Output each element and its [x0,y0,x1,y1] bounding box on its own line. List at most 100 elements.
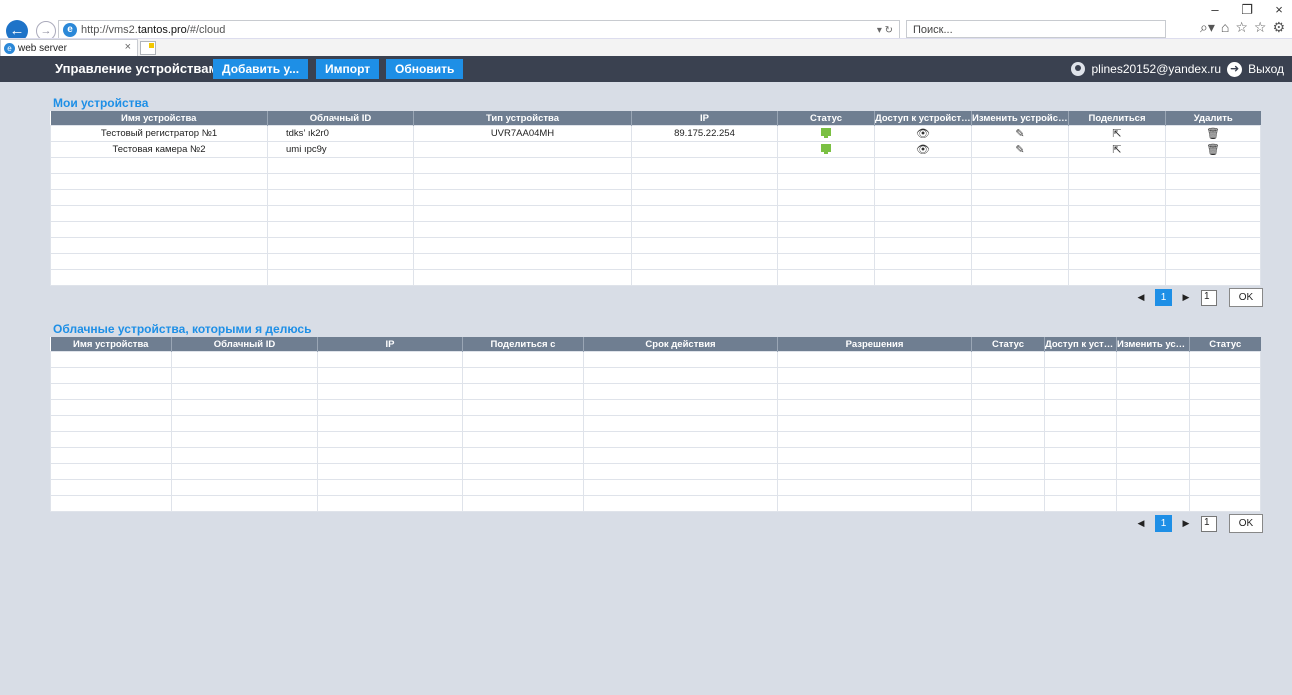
column-header: Изменить устройство [971,111,1069,126]
table-cell [971,415,1045,432]
table-cell [50,415,172,432]
table-cell [583,415,778,432]
table-cell [171,495,318,512]
cell-action [1068,269,1166,286]
table-cell [583,447,778,464]
eye-view-icon[interactable]: 👁 [916,128,930,140]
page-number-button[interactable]: 1 [1155,289,1172,306]
cell-action [777,237,875,254]
share-icon[interactable]: ⇱ [1112,128,1121,140]
add-device-button[interactable]: Добавить у... [213,59,309,79]
new-tab-button[interactable] [140,41,156,55]
cell-action [874,237,972,254]
cell-action [1165,253,1261,270]
home-icon[interactable]: ⌂ [1221,19,1229,36]
shared-devices-pager: ◀ 1 ▶ 1 OK [1132,514,1263,533]
table-cell [971,495,1045,512]
column-header: Срок действия [583,337,778,352]
cell-action [1068,253,1166,270]
page-input[interactable]: 1 [1201,289,1217,306]
edit-icon[interactable]: ✎ [1015,128,1024,140]
table-cell [1189,367,1261,384]
page-number-button[interactable]: 1 [1155,515,1172,532]
table-cell [1189,447,1261,464]
table-cell [1044,495,1117,512]
table-cell [971,479,1045,496]
cell-ip [631,269,778,286]
table-cell [777,447,972,464]
cell-name [50,189,268,206]
column-header: Статус [971,337,1045,352]
trash-delete-icon[interactable]: 🗑 [1206,144,1220,156]
favorites-list-icon[interactable]: ☆ [1254,19,1267,36]
table-cell [583,431,778,448]
url-text: http://vms2.tantos.pro/#/cloud [81,24,226,36]
next-page-icon[interactable]: ▶ [1177,518,1195,529]
refresh-icon[interactable]: ▾ ↻ [877,25,893,36]
table-cell [462,495,584,512]
edit-icon[interactable]: ✎ [1015,144,1024,156]
table-row [50,221,1261,238]
logout-arrow-icon[interactable]: ➜ [1227,61,1243,77]
search-input[interactable]: Поиск... [906,20,1166,38]
logout-link[interactable]: Выход [1248,62,1284,76]
cell-ip [631,237,778,254]
go-page-button[interactable]: OK [1229,288,1263,307]
cell-action [777,173,875,190]
settings-gear-icon[interactable]: ⚙ [1272,19,1285,36]
cell-type [413,237,632,254]
import-button[interactable]: Импорт [316,59,380,79]
search-icon[interactable]: ⌕▾ [1200,19,1215,36]
table-cell [1044,399,1117,416]
my-devices-pager: ◀ 1 ▶ 1 OK [1132,288,1263,307]
table-cell [317,447,463,464]
eye-view-icon[interactable]: 👁 [916,144,930,156]
cell-name [50,157,268,174]
table-cell [971,351,1045,368]
favorites-star-icon[interactable]: ☆ [1235,19,1248,36]
cell-action [1068,189,1166,206]
minimize-button[interactable]: – [1208,2,1222,18]
close-window-button[interactable]: × [1272,2,1286,18]
my-devices-table: Имя устройства Облачный ID Тип устройства I… [50,111,1261,286]
table-cell [171,367,318,384]
table-cell [1044,351,1117,368]
table-row [50,463,1261,480]
cell-name: Тестовый регистратор №1 [50,125,268,142]
table-cell [1189,383,1261,400]
restore-button[interactable]: ❐ [1240,2,1254,18]
page-input[interactable]: 1 [1201,515,1217,532]
table-cell [171,447,318,464]
prev-page-icon[interactable]: ◀ [1132,292,1150,303]
cell-action [971,205,1069,222]
cell-action [777,125,875,142]
table-cell [1116,383,1190,400]
cell-type [413,173,632,190]
cell-ip [631,205,778,222]
tab-web-server[interactable]: e web server × [0,39,138,57]
cell-cloud-id: tdks’ ık2r0 [267,125,414,142]
refresh-button[interactable]: Обновить [386,59,464,79]
table-cell [1189,463,1261,480]
column-header: IP [317,337,463,352]
table-cell [971,447,1045,464]
table-cell [777,351,972,368]
status-online-icon [821,128,831,138]
table-cell [462,415,584,432]
tab-close-icon[interactable]: × [125,41,131,53]
prev-page-icon[interactable]: ◀ [1132,518,1150,529]
next-page-icon[interactable]: ▶ [1177,292,1195,303]
go-page-button[interactable]: OK [1229,514,1263,533]
address-bar[interactable]: e http://vms2.tantos.pro/#/cloud ▾ ↻ [58,20,900,40]
share-icon[interactable]: ⇱ [1112,144,1121,156]
trash-delete-icon[interactable]: 🗑 [1206,128,1220,140]
table-cell [1189,431,1261,448]
cell-action [874,205,972,222]
column-header: IP [631,111,778,126]
cell-action [777,205,875,222]
column-header: Удалить [1165,111,1261,126]
table-cell [50,463,172,480]
table-cell [583,495,778,512]
cell-type [413,253,632,270]
table-row [50,415,1261,432]
